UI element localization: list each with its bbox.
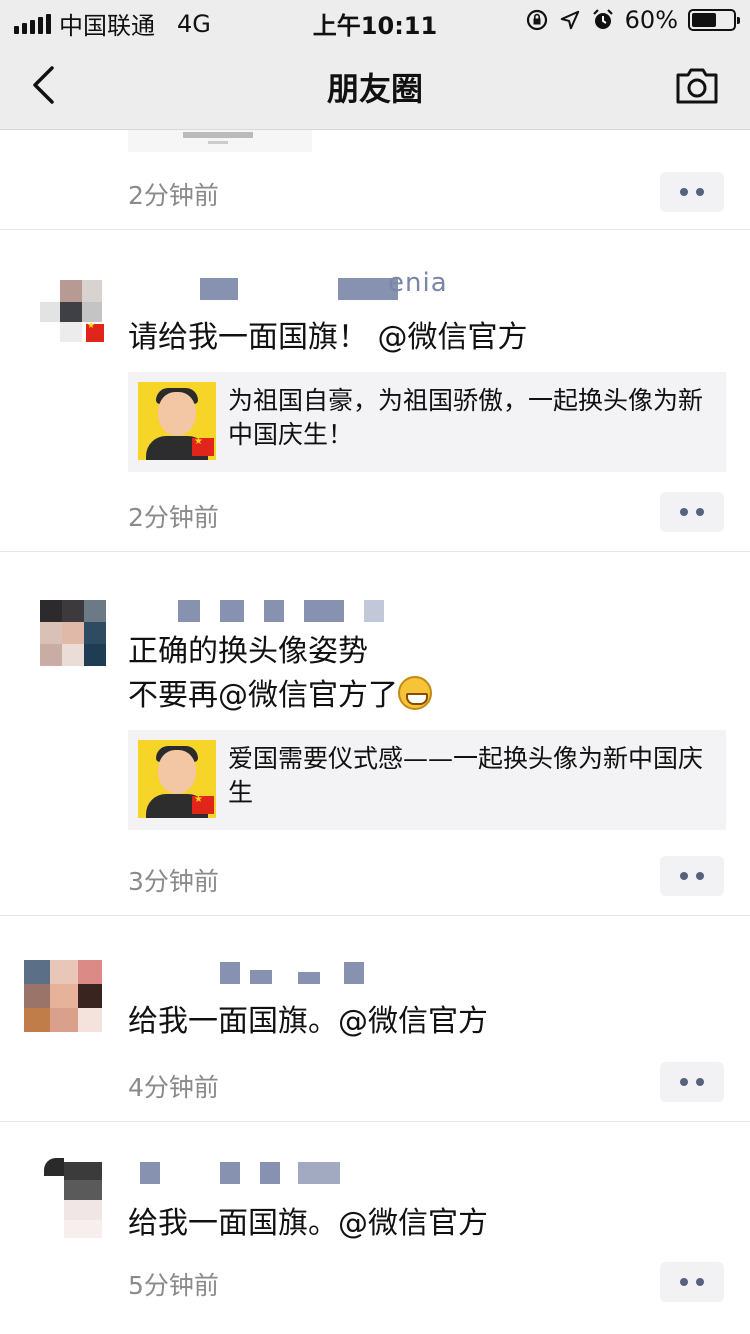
top-bar: 中国联通 4G 上午10:11 60% 朋友圈: [0, 0, 750, 130]
more-actions-button[interactable]: [660, 492, 724, 532]
moment-post: 给我一面国旗。@微信官方 5分钟前: [0, 1122, 750, 1328]
post-text-body: 正确的换头像姿势 不要再@微信官方了: [128, 634, 398, 713]
nickname-blurred[interactable]: [128, 1162, 340, 1184]
post-text: 给我一面国旗。@微信官方: [128, 1206, 488, 1241]
post-text: 给我一面国旗。@微信官方: [128, 1004, 488, 1039]
camera-icon[interactable]: [674, 62, 720, 108]
nickname-blurred[interactable]: [128, 278, 398, 300]
more-actions-button[interactable]: [660, 1262, 724, 1302]
partial-post: 2分钟前: [0, 130, 750, 230]
moment-post: 给我一面国旗。@微信官方 4分钟前: [0, 916, 750, 1122]
nickname-blurred[interactable]: [128, 600, 384, 622]
link-title: 为祖国自豪，为祖国骄傲，一起换头像为新中国庆生！: [228, 386, 704, 449]
shared-link-card[interactable]: 爱国需要仪式感——一起换头像为新中国庆生: [128, 730, 726, 830]
moment-post: 正确的换头像姿势 不要再@微信官方了 爱国需要仪式感——一起换头像为新中国庆生 …: [0, 552, 750, 916]
lock-rotation-icon: [526, 9, 547, 31]
moments-feed: 2分钟前 enia 请给我一面国旗！ @微信官方: [0, 130, 750, 1328]
wechat-moments-screen: 中国联通 4G 上午10:11 60% 朋友圈 2分钟前 ★ enia 请给我一…: [0, 0, 750, 1334]
post-time: 4分钟前: [128, 1073, 219, 1102]
post-image-fragment: [128, 130, 312, 152]
post-time: 5分钟前: [128, 1271, 219, 1300]
page-title: 朋友圈: [326, 70, 423, 108]
link-title: 爱国需要仪式感——一起换头像为新中国庆生: [228, 744, 704, 807]
location-arrow-icon: [560, 10, 579, 30]
more-actions-button[interactable]: [660, 172, 724, 212]
battery-icon: [688, 9, 740, 31]
moment-post: enia 请给我一面国旗！ @微信官方 为祖国自豪，为祖国骄傲，一起换头像为新中…: [0, 230, 750, 552]
avatar[interactable]: [40, 280, 106, 346]
navigation-bar: 朋友圈: [0, 40, 750, 130]
post-text: 请给我一面国旗！ @微信官方: [128, 320, 528, 355]
shared-link-card[interactable]: 为祖国自豪，为祖国骄傲，一起换头像为新中国庆生！: [128, 372, 726, 472]
post-time: 2分钟前: [128, 503, 219, 532]
battery-percent: 60%: [624, 6, 678, 34]
avatar[interactable]: [24, 960, 104, 1034]
avatar[interactable]: [44, 1158, 106, 1242]
post-text: 正确的换头像姿势 不要再@微信官方了: [128, 630, 432, 718]
post-time: 3分钟前: [128, 867, 219, 896]
nickname-visible: enia: [388, 268, 448, 298]
grin-emoji-icon: [398, 676, 432, 710]
post-time: 2分钟前: [128, 181, 219, 210]
more-actions-button[interactable]: [660, 1062, 724, 1102]
more-actions-button[interactable]: [660, 856, 724, 896]
nickname-blurred[interactable]: [128, 962, 364, 984]
link-thumbnail: [138, 740, 216, 818]
avatar[interactable]: [40, 600, 106, 666]
status-bar: 中国联通 4G 上午10:11 60%: [0, 0, 750, 40]
alarm-icon: [592, 9, 613, 29]
link-thumbnail: [138, 382, 216, 460]
status-right: 60%: [525, 6, 740, 34]
